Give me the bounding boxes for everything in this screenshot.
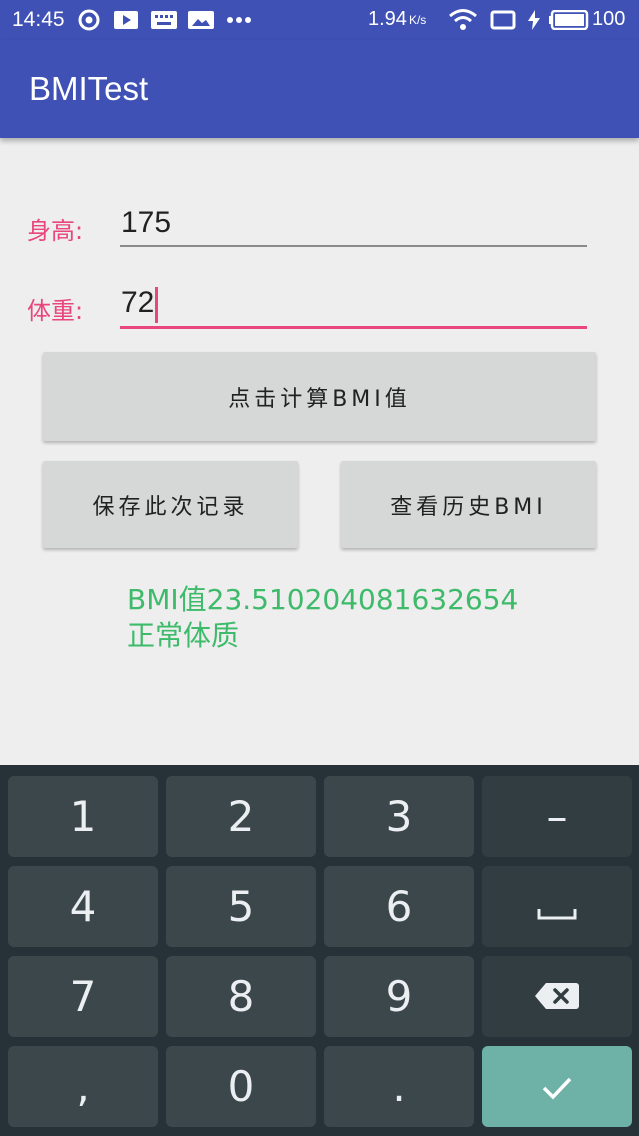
height-input-underline	[120, 245, 587, 247]
backspace-icon	[534, 972, 580, 1021]
wifi-icon	[448, 8, 478, 32]
key-done[interactable]	[482, 1046, 632, 1127]
key-3[interactable]: 3	[324, 776, 474, 857]
key-minus[interactable]: –	[482, 776, 632, 857]
save-record-button[interactable]: 保存此次记录	[43, 461, 298, 548]
battery-level: 100	[592, 8, 626, 30]
bmi-value-text: BMI值23.510204081632654	[127, 583, 519, 616]
bmi-result: BMI值23.510204081632654 正常体质	[127, 582, 518, 654]
weight-input[interactable]: 72	[121, 286, 154, 320]
key-7[interactable]: 7	[8, 956, 158, 1037]
app-screen: 14:45 1.94 K/s 100 BMITest 身高: 175 体重: 7…	[0, 0, 639, 1136]
network-speed-value: 1.94	[368, 8, 407, 30]
network-speed-unit: K/s	[408, 12, 427, 27]
key-6[interactable]: 6	[324, 866, 474, 947]
keyboard-icon	[151, 10, 177, 30]
play-store-icon	[114, 10, 138, 30]
weight-label: 体重:	[27, 297, 84, 325]
more-dots-icon	[226, 10, 252, 30]
key-2[interactable]: 2	[166, 776, 316, 857]
view-history-button[interactable]: 查看历史BMI	[341, 461, 596, 548]
key-space[interactable]	[482, 866, 632, 947]
image-icon	[188, 10, 214, 30]
screen-cast-icon	[490, 10, 516, 30]
key-comma[interactable]: ,	[8, 1046, 158, 1127]
bmi-status-text: 正常体质	[127, 619, 240, 652]
key-period[interactable]: .	[324, 1046, 474, 1127]
key-9[interactable]: 9	[324, 956, 474, 1037]
checkmark-icon	[540, 1062, 574, 1111]
text-cursor	[155, 287, 158, 323]
key-backspace[interactable]	[482, 956, 632, 1037]
height-label: 身高:	[27, 217, 84, 245]
numeric-keyboard: 1 2 3 – 4 5 6 7 8 9 , 0 .	[0, 765, 639, 1136]
app-title: BMITest	[29, 70, 149, 107]
sync-icon	[78, 9, 100, 31]
status-bar: 14:45 1.94 K/s 100	[0, 0, 639, 40]
key-1[interactable]: 1	[8, 776, 158, 857]
app-bar: BMITest	[0, 40, 639, 138]
charging-icon	[527, 10, 541, 30]
calculate-bmi-button[interactable]: 点击计算BMI值	[43, 352, 596, 441]
key-8[interactable]: 8	[166, 956, 316, 1037]
key-0[interactable]: 0	[166, 1046, 316, 1127]
key-4[interactable]: 4	[8, 866, 158, 947]
battery-icon	[549, 10, 589, 30]
network-speed: 1.94 K/s	[368, 8, 426, 31]
key-5[interactable]: 5	[166, 866, 316, 947]
status-time: 14:45	[12, 8, 65, 31]
height-input[interactable]: 175	[121, 206, 171, 240]
weight-input-underline	[120, 326, 587, 329]
space-icon	[537, 882, 577, 931]
